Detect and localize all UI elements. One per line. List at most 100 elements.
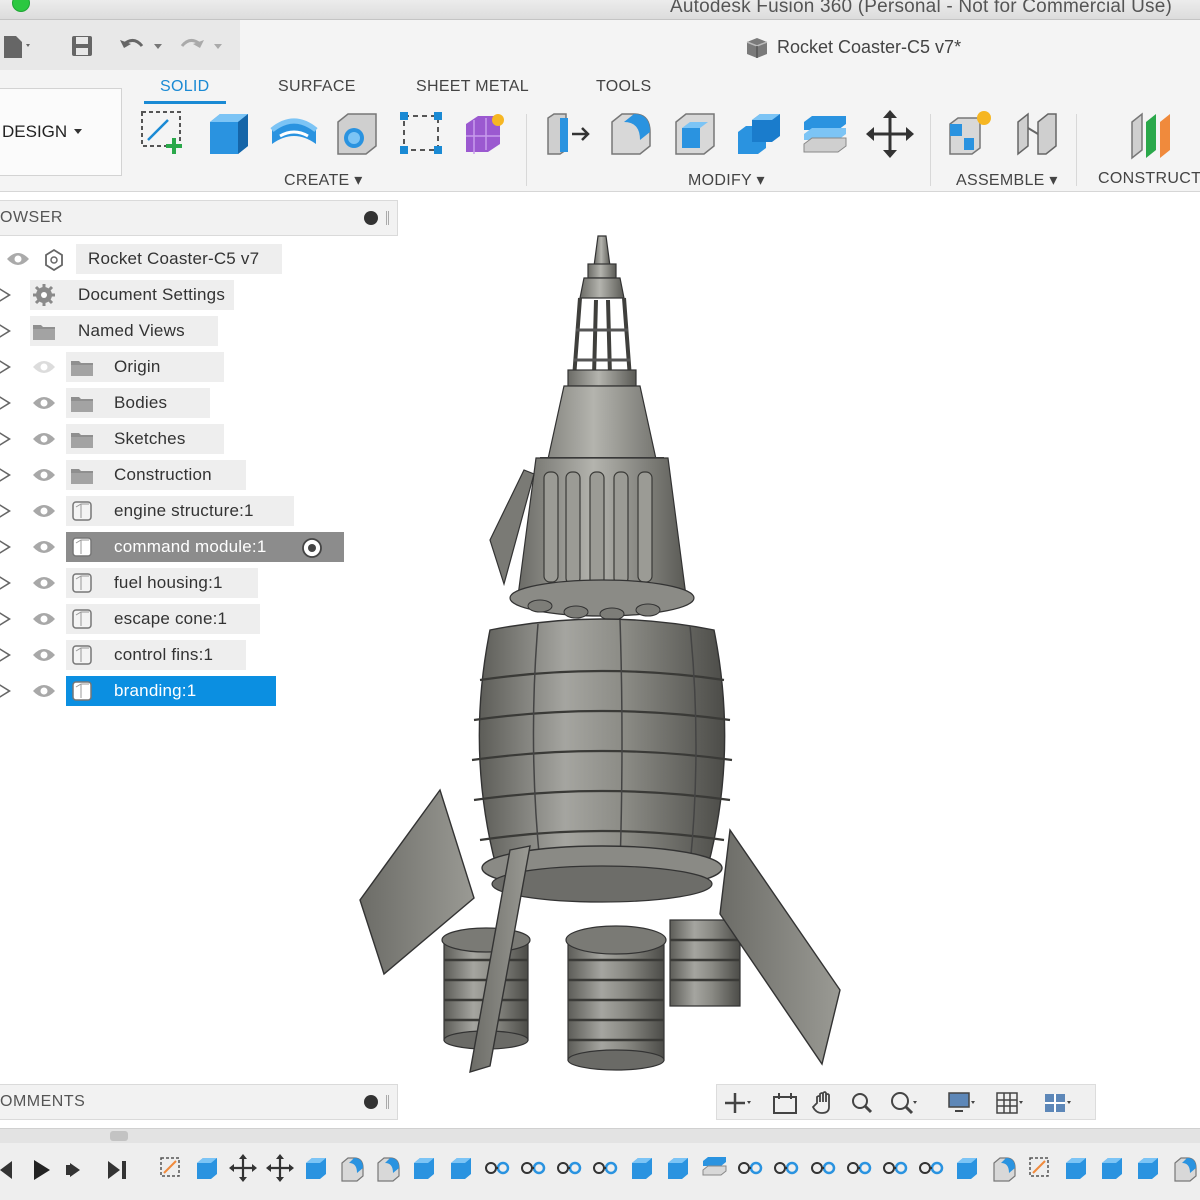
browser-root-row[interactable]: Rocket Coaster-C5 v7: [0, 244, 290, 274]
new-component-button[interactable]: [946, 108, 998, 160]
timeline-joint-icon[interactable]: [518, 1153, 548, 1183]
expand-arrow-icon[interactable]: [0, 683, 11, 699]
assemble-group-menu[interactable]: ASSEMBLE ▾: [956, 170, 1058, 190]
move-copy-button[interactable]: [864, 108, 916, 160]
go-to-start-icon[interactable]: [0, 1157, 20, 1183]
display-settings-icon[interactable]: [947, 1091, 975, 1115]
rocket-model[interactable]: [340, 220, 860, 1080]
press-pull-button[interactable]: [544, 108, 596, 160]
eye-icon[interactable]: [32, 396, 56, 410]
timeline-body-icon[interactable]: [1061, 1153, 1091, 1183]
expand-arrow-icon[interactable]: [0, 359, 11, 375]
viewports-icon[interactable]: [1043, 1091, 1071, 1115]
eye-icon[interactable]: [32, 360, 56, 374]
tab-sheet-metal[interactable]: SHEET METAL: [416, 78, 529, 96]
add-comment-icon[interactable]: [364, 1095, 378, 1109]
timeline-body-icon[interactable]: [301, 1153, 331, 1183]
form-button[interactable]: [460, 108, 512, 160]
extrude-button[interactable]: [204, 108, 256, 160]
expand-arrow-icon[interactable]: [0, 611, 11, 627]
expand-arrow-icon[interactable]: [0, 323, 11, 339]
timeline-move-icon[interactable]: [228, 1153, 258, 1183]
timeline-body-icon[interactable]: [627, 1153, 657, 1183]
create-group-menu[interactable]: CREATE ▾: [284, 170, 363, 190]
joint-button[interactable]: [1010, 108, 1062, 160]
eye-icon[interactable]: [32, 576, 56, 590]
timeline-joint-icon[interactable]: [735, 1153, 765, 1183]
fillet-button[interactable]: [606, 108, 658, 160]
timeline-split-icon[interactable]: [699, 1153, 729, 1183]
timeline-fillet-icon[interactable]: [1170, 1153, 1200, 1183]
construct-group-menu[interactable]: CONSTRUCT: [1098, 170, 1200, 188]
expand-arrow-icon[interactable]: [0, 503, 11, 519]
eye-icon[interactable]: [32, 432, 56, 446]
timeline-joint-icon[interactable]: [482, 1153, 512, 1183]
timeline-scrollbar[interactable]: [0, 1129, 1200, 1143]
comments-panel-header[interactable]: OMMENTS: [0, 1084, 398, 1120]
timeline-move-icon[interactable]: [265, 1153, 295, 1183]
document-tab[interactable]: Rocket Coaster-C5 v7*: [745, 36, 961, 58]
canvas-viewport[interactable]: [340, 220, 860, 1080]
timeline-joint-icon[interactable]: [590, 1153, 620, 1183]
pan-hand-icon[interactable]: [811, 1091, 839, 1115]
browser-item[interactable]: Named Views: [0, 316, 340, 346]
browser-item[interactable]: Bodies: [0, 388, 340, 418]
timeline-fillet-icon[interactable]: [337, 1153, 367, 1183]
timeline-fillet-icon[interactable]: [989, 1153, 1019, 1183]
timeline-sketch-icon[interactable]: [156, 1153, 186, 1183]
timeline-joint-icon[interactable]: [771, 1153, 801, 1183]
browser-item[interactable]: branding:1: [0, 676, 340, 706]
eye-icon[interactable]: [32, 468, 56, 482]
step-forward-icon[interactable]: [64, 1157, 90, 1183]
split-body-button[interactable]: [800, 108, 852, 160]
browser-panel-header[interactable]: OWSER: [0, 200, 398, 236]
workspace-switcher[interactable]: DESIGN: [0, 88, 122, 176]
eye-icon[interactable]: [6, 252, 30, 266]
browser-item[interactable]: control fins:1: [0, 640, 340, 670]
orbit-icon[interactable]: [723, 1091, 751, 1115]
expand-arrow-icon[interactable]: [0, 395, 11, 411]
timeline-joint-icon[interactable]: [880, 1153, 910, 1183]
tab-solid[interactable]: SOLID: [144, 78, 225, 104]
panel-grip-icon[interactable]: [386, 1095, 389, 1109]
expand-arrow-icon[interactable]: [0, 431, 11, 447]
play-icon[interactable]: [28, 1157, 54, 1183]
tab-tools[interactable]: TOOLS: [596, 78, 651, 96]
timeline-fillet-icon[interactable]: [373, 1153, 403, 1183]
file-menu-button[interactable]: [2, 34, 32, 58]
zoom-icon[interactable]: [849, 1091, 877, 1115]
revolve-button[interactable]: [268, 108, 320, 160]
browser-item[interactable]: fuel housing:1: [0, 568, 340, 598]
eye-icon[interactable]: [32, 504, 56, 518]
eye-icon[interactable]: [32, 684, 56, 698]
timeline-scroll-thumb[interactable]: [110, 1131, 128, 1141]
window-zoom-button[interactable]: [12, 0, 30, 12]
shell-button[interactable]: [670, 108, 722, 160]
browser-item[interactable]: Document Settings: [0, 280, 340, 310]
timeline-joint-icon[interactable]: [844, 1153, 874, 1183]
expand-arrow-icon[interactable]: [0, 539, 11, 555]
browser-item[interactable]: Origin: [0, 352, 340, 382]
activate-component-icon[interactable]: [300, 536, 324, 560]
redo-button[interactable]: [178, 34, 228, 58]
browser-item[interactable]: command module:1: [0, 532, 344, 562]
expand-arrow-icon[interactable]: [0, 647, 11, 663]
timeline-body-icon[interactable]: [1097, 1153, 1127, 1183]
timeline-sketch-icon[interactable]: [1025, 1153, 1055, 1183]
timeline-joint-icon[interactable]: [916, 1153, 946, 1183]
timeline-body-icon[interactable]: [192, 1153, 222, 1183]
timeline-body-icon[interactable]: [952, 1153, 982, 1183]
browser-item[interactable]: escape cone:1: [0, 604, 340, 634]
fit-view-icon[interactable]: [889, 1091, 917, 1115]
expand-arrow-icon[interactable]: [0, 575, 11, 591]
create-sketch-button[interactable]: [138, 108, 190, 160]
timeline-body-icon[interactable]: [663, 1153, 693, 1183]
modify-group-menu[interactable]: MODIFY ▾: [688, 170, 765, 190]
go-to-end-icon[interactable]: [104, 1157, 130, 1183]
grid-settings-icon[interactable]: [995, 1091, 1023, 1115]
browser-item[interactable]: Construction: [0, 460, 340, 490]
undo-button[interactable]: [118, 34, 168, 58]
create-form-button[interactable]: [396, 108, 448, 160]
timeline-body-icon[interactable]: [1133, 1153, 1163, 1183]
browser-item[interactable]: engine structure:1: [0, 496, 340, 526]
